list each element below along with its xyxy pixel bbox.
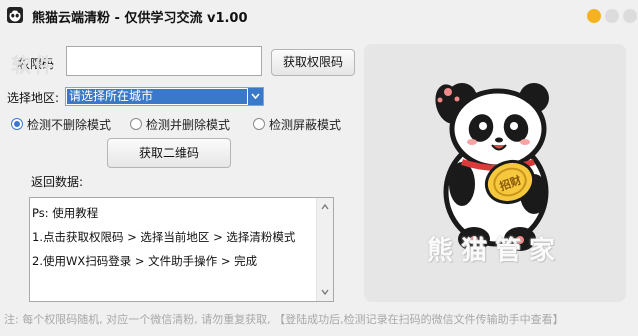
maximize-button[interactable] bbox=[605, 9, 619, 23]
mode-radio-detect-delete[interactable]: 检测并删除模式 bbox=[130, 115, 230, 133]
region-label: 选择地区: bbox=[7, 91, 60, 105]
mode-label: 检测屏蔽模式 bbox=[269, 117, 342, 132]
scroll-up-icon[interactable] bbox=[321, 203, 329, 211]
chevron-down-icon[interactable] bbox=[248, 88, 263, 105]
minimize-button[interactable] bbox=[587, 9, 601, 23]
region-select[interactable]: 请选择所在城市 bbox=[65, 87, 264, 106]
title-bar[interactable]: 熊猫云端清粉 - 仅供学习交流 v1.00 bbox=[0, 0, 638, 34]
radio-checked-indicator bbox=[11, 118, 23, 130]
log-line: 2.使用WX扫码登录 > 文件助手操作 > 完成 bbox=[32, 254, 258, 268]
log-textarea[interactable]: Ps: 使用教程 1.点击获取权限码 > 选择当前地区 > 选择清粉模式 2.使… bbox=[29, 197, 334, 302]
log-line: 1.点击获取权限码 > 选择当前地区 > 选择清粉模式 bbox=[32, 230, 296, 244]
auth-code-input[interactable]: 软件 bbox=[11, 46, 262, 77]
get-qr-code-button[interactable]: 获取二维码 bbox=[107, 138, 231, 168]
brand-text: 熊猫管家 bbox=[426, 236, 563, 266]
radio-indicator bbox=[130, 118, 142, 130]
mode-label: 检测并删除模式 bbox=[146, 117, 231, 132]
mascot-panel: 招财 熊猫管家 bbox=[364, 44, 626, 302]
watermark-text: 软件 bbox=[11, 53, 57, 77]
region-selected-value: 请选择所在城市 bbox=[67, 89, 247, 104]
vertical-scrollbar[interactable] bbox=[316, 198, 333, 301]
mode-label: 检测不删除模式 bbox=[27, 117, 112, 132]
mode-radio-detect-block[interactable]: 检测屏蔽模式 bbox=[253, 115, 341, 133]
scroll-down-icon[interactable] bbox=[321, 288, 329, 296]
footer-note: 注: 每个权限码随机, 对应一个微信清粉, 请勿重复获取, 【登陆成功后,检测记… bbox=[4, 313, 564, 326]
close-button[interactable] bbox=[623, 9, 637, 23]
mode-radio-detect-no-delete[interactable]: 检测不删除模式 bbox=[11, 115, 111, 133]
return-data-label: 返回数据: bbox=[31, 175, 84, 189]
app-window: 熊猫云端清粉 - 仅供学习交流 v1.00 权限码 软件 获取权限码 选择地区:… bbox=[0, 0, 638, 336]
get-auth-code-button[interactable]: 获取权限码 bbox=[271, 49, 355, 76]
window-title: 熊猫云端清粉 - 仅供学习交流 v1.00 bbox=[32, 11, 248, 26]
panda-app-icon bbox=[7, 7, 23, 23]
log-line: Ps: 使用教程 bbox=[32, 206, 99, 220]
radio-indicator bbox=[253, 118, 265, 130]
